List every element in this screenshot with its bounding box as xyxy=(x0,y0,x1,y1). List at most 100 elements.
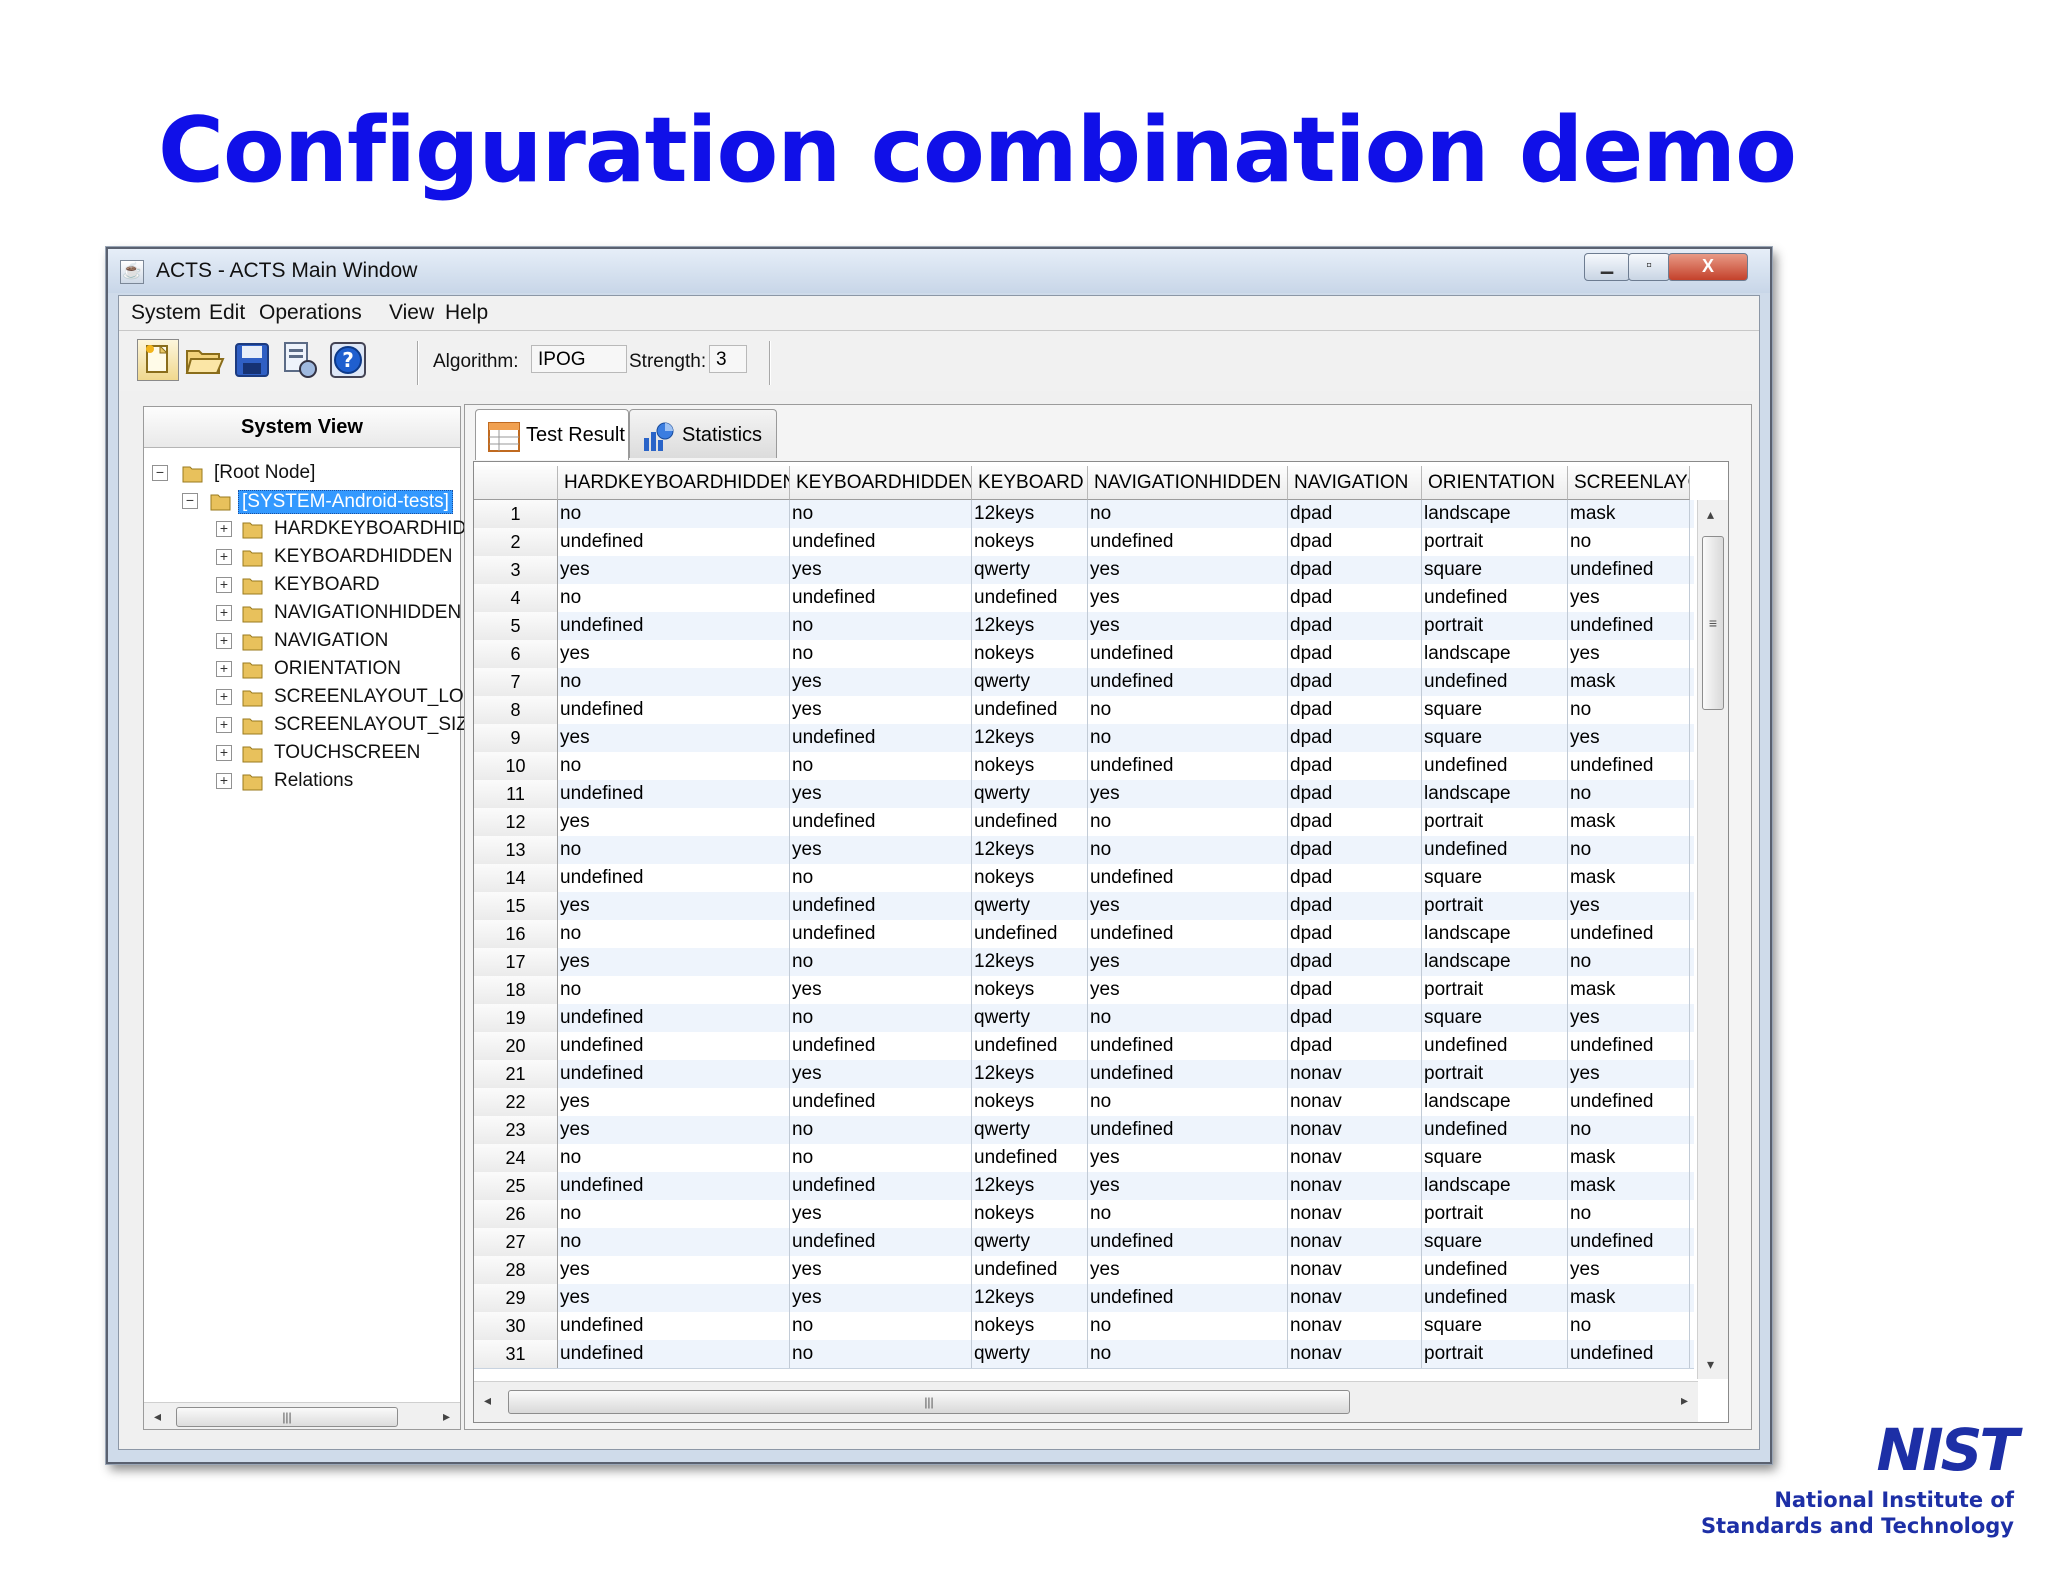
table-row[interactable]: 4 no undefined undefined yes dpad undefined yes xyxy=(474,584,1694,613)
row-number: 28 xyxy=(474,1256,558,1284)
column-header[interactable]: KEYBOARDHIDDEN xyxy=(790,466,972,500)
table-row[interactable]: 16 no undefined undefined undefined dpad lands… xyxy=(474,920,1694,949)
column-header[interactable]: SCREENLAYO xyxy=(1568,466,1690,500)
table-row[interactable]: 26 no yes nokeys no nonav portrait no xyxy=(474,1200,1694,1229)
table-vertical-scrollbar[interactable]: ▴ ≡ ▾ xyxy=(1697,500,1728,1379)
table-cell: yes xyxy=(558,1116,790,1144)
table-row[interactable]: 8 undefined yes undefined no dpad square no xyxy=(474,696,1694,725)
export-icon[interactable] xyxy=(279,339,321,381)
nist-line-1: National Institute of xyxy=(1774,1488,2014,1512)
expand-icon[interactable]: + xyxy=(216,717,232,733)
title-bar[interactable]: ☕ ACTS - ACTS Main Window ▁ ▫ X xyxy=(108,249,1770,293)
table-cell: mask xyxy=(1568,864,1690,892)
table-row[interactable]: 21 undefined yes 12keys undefined nonav portra… xyxy=(474,1060,1694,1089)
table-cell: yes xyxy=(1568,1256,1690,1284)
menu-system[interactable]: System xyxy=(131,301,201,325)
table-cell: mask xyxy=(1568,500,1690,528)
table-row[interactable]: 6 yes no nokeys undefined dpad landscape yes xyxy=(474,640,1694,669)
table-cell: dpad xyxy=(1288,836,1422,864)
expand-icon[interactable]: + xyxy=(216,605,232,621)
table-cell: yes xyxy=(1088,1256,1288,1284)
table-row[interactable]: 18 no yes nokeys yes dpad portrait mask xyxy=(474,976,1694,1005)
table-row[interactable]: 9 yes undefined 12keys no dpad square yes xyxy=(474,724,1694,753)
scroll-thumb[interactable]: ||| xyxy=(508,1390,1350,1414)
column-header[interactable]: NAVIGATION xyxy=(1288,466,1422,500)
table-cell: dpad xyxy=(1288,500,1422,528)
table-row[interactable]: 13 no yes 12keys no dpad undefined no xyxy=(474,836,1694,865)
tab-statistics[interactable]: Statistics xyxy=(629,409,777,458)
tab-test-result[interactable]: Test Result xyxy=(475,409,629,460)
table-row[interactable]: 17 yes no 12keys yes dpad landscape no xyxy=(474,948,1694,977)
menu-edit[interactable]: Edit xyxy=(209,301,245,325)
menu-view[interactable]: View xyxy=(389,301,434,325)
expand-icon[interactable]: + xyxy=(216,745,232,761)
table-cell: undefined xyxy=(558,1312,790,1340)
table-cell: dpad xyxy=(1288,976,1422,1004)
table-row[interactable]: 30 undefined no nokeys no nonav square no xyxy=(474,1312,1694,1341)
scroll-left-icon[interactable]: ◂ xyxy=(154,1408,161,1425)
table-row[interactable]: 25 undefined undefined 12keys yes nonav landsc… xyxy=(474,1172,1694,1201)
table-horizontal-scrollbar[interactable]: ◂ ||| ▸ xyxy=(474,1381,1698,1422)
table-row[interactable]: 22 yes undefined nokeys no nonav landscape unde… xyxy=(474,1088,1694,1117)
expand-icon[interactable]: + xyxy=(216,773,232,789)
expand-icon[interactable]: + xyxy=(216,521,232,537)
menu-operations[interactable]: Operations xyxy=(259,301,362,325)
strength-field[interactable]: 3 xyxy=(709,345,747,373)
table-row[interactable]: 28 yes yes undefined yes nonav undefined yes xyxy=(474,1256,1694,1285)
scroll-thumb[interactable]: ≡ xyxy=(1702,536,1724,710)
scroll-down-icon[interactable]: ▾ xyxy=(1707,1356,1714,1373)
table-row[interactable]: 14 undefined no nokeys undefined dpad square ma… xyxy=(474,864,1694,893)
table-row[interactable]: 7 no yes qwerty undefined dpad undefined mask xyxy=(474,668,1694,697)
tree-horizontal-scrollbar[interactable]: ◂ ||| ▸ xyxy=(144,1402,460,1429)
scroll-left-icon[interactable]: ◂ xyxy=(484,1392,491,1409)
new-file-icon[interactable] xyxy=(137,339,179,381)
tree-label: KEYBOARDHIDDEN xyxy=(274,546,453,567)
table-row[interactable]: 2 undefined undefined nokeys undefined dpad po… xyxy=(474,528,1694,557)
algorithm-field[interactable]: IPOG xyxy=(531,345,627,373)
table-row[interactable]: 29 yes yes 12keys undefined nonav undefined mas… xyxy=(474,1284,1694,1313)
menu-help[interactable]: Help xyxy=(445,301,488,325)
scroll-right-icon[interactable]: ▸ xyxy=(1681,1392,1688,1409)
table-row[interactable]: 11 undefined yes qwerty yes dpad landscape no xyxy=(474,780,1694,809)
expand-icon[interactable]: + xyxy=(216,689,232,705)
table-row[interactable]: 19 undefined no qwerty no dpad square yes xyxy=(474,1004,1694,1033)
table-cell: yes xyxy=(558,724,790,752)
table-row[interactable]: 15 yes undefined qwerty yes dpad portrait yes xyxy=(474,892,1694,921)
table-row[interactable]: 31 undefined no qwerty no nonav portrait undefi… xyxy=(474,1340,1694,1369)
maximize-button[interactable]: ▫ xyxy=(1628,253,1670,281)
row-number: 7 xyxy=(474,668,558,696)
expand-icon[interactable]: + xyxy=(216,661,232,677)
table-cell: no xyxy=(558,976,790,1004)
table-row[interactable]: 20 undefined undefined undefined undefined dp… xyxy=(474,1032,1694,1061)
table-cell: undefined xyxy=(1422,836,1568,864)
column-header[interactable]: ORIENTATION xyxy=(1422,466,1568,500)
table-row[interactable]: 3 yes yes qwerty yes dpad square undefined xyxy=(474,556,1694,585)
close-button[interactable]: X xyxy=(1668,253,1748,281)
column-header[interactable]: HARDKEYBOARDHIDDEN xyxy=(558,466,790,500)
scroll-right-icon[interactable]: ▸ xyxy=(443,1408,450,1425)
scroll-thumb[interactable]: ||| xyxy=(176,1407,398,1427)
help-icon[interactable]: ? xyxy=(327,339,369,381)
table-cell: undefined xyxy=(1422,752,1568,780)
table-row[interactable]: 1 no no 12keys no dpad landscape mask xyxy=(474,500,1694,529)
expand-icon[interactable]: + xyxy=(216,577,232,593)
collapse-icon[interactable]: − xyxy=(182,493,198,509)
save-icon[interactable] xyxy=(231,339,273,381)
minimize-button[interactable]: ▁ xyxy=(1584,253,1630,281)
scroll-up-icon[interactable]: ▴ xyxy=(1707,506,1714,523)
collapse-icon[interactable]: − xyxy=(152,465,168,481)
table-row[interactable]: 23 yes no qwerty undefined nonav undefined no xyxy=(474,1116,1694,1145)
expand-icon[interactable]: + xyxy=(216,633,232,649)
table-cell: no xyxy=(1088,1004,1288,1032)
table-row[interactable]: 27 no undefined qwerty undefined nonav square u… xyxy=(474,1228,1694,1257)
expand-icon[interactable]: + xyxy=(216,549,232,565)
table-row[interactable]: 12 yes undefined undefined no dpad portrait mas… xyxy=(474,808,1694,837)
table-cell: no xyxy=(790,612,972,640)
open-folder-icon[interactable] xyxy=(183,339,225,381)
table-grid: HARDKEYBOARDHIDDEN KEYBOARDHIDDEN KEYBOARD… xyxy=(474,462,1694,1379)
column-header[interactable]: NAVIGATIONHIDDEN xyxy=(1088,466,1288,500)
table-row[interactable]: 10 no no nokeys undefined dpad undefined undefi… xyxy=(474,752,1694,781)
column-header[interactable]: KEYBOARD xyxy=(972,466,1088,500)
table-row[interactable]: 24 no no undefined yes nonav square mask xyxy=(474,1144,1694,1173)
table-row[interactable]: 5 undefined no 12keys yes dpad portrait undefin… xyxy=(474,612,1694,641)
